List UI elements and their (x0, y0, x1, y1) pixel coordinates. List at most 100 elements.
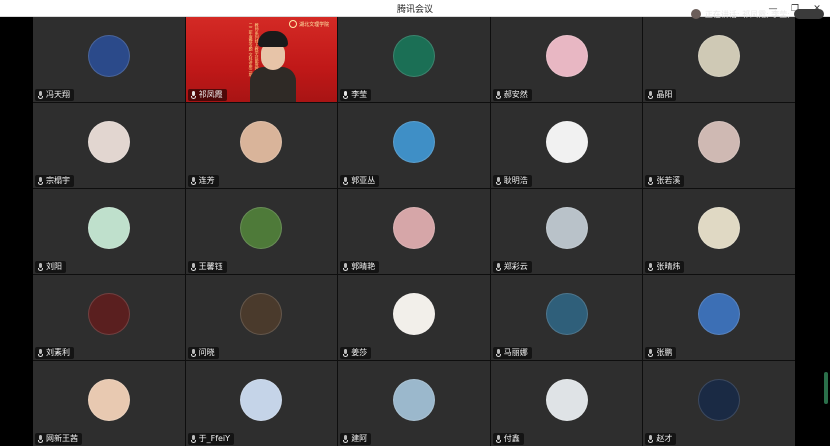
avatar (240, 379, 283, 422)
participant-name: 马丽娜 (503, 348, 528, 357)
avatar (392, 293, 435, 336)
participant-nametag: 马丽娜 (492, 347, 532, 359)
participant-tile[interactable]: 付鑫 (490, 361, 643, 446)
mic-muted-icon (648, 435, 654, 443)
participant-nametag: 问晓 (187, 347, 219, 359)
mic-muted-icon (495, 349, 501, 357)
participant-name: 网新王茜 (46, 434, 78, 443)
participant-tile[interactable]: 张若溪 (643, 103, 795, 188)
mic-muted-icon (495, 177, 501, 185)
avatar (545, 207, 588, 250)
mic-muted-icon (343, 263, 349, 271)
avatar (392, 121, 435, 164)
participant-nametag: 祁凤霞 (187, 89, 227, 101)
participant-nametag: 网新王茜 (35, 433, 82, 445)
participant-tile[interactable]: 姜莎 (338, 275, 490, 360)
participant-tile[interactable]: 李莹 (338, 17, 490, 102)
mic-muted-icon (648, 263, 654, 271)
participant-tile[interactable]: 张晴炜 (643, 189, 795, 274)
participant-name: 郭晴艳 (351, 262, 376, 271)
avatar (87, 207, 130, 250)
avatar (87, 293, 130, 336)
participant-tile[interactable]: 宗榻宇 (33, 103, 185, 188)
mic-muted-icon (190, 435, 196, 443)
participant-nametag: 郭亚丛 (340, 175, 380, 187)
participant-tile[interactable]: 问晓 (185, 275, 338, 360)
participant-tile[interactable]: 郭晴艳 (338, 189, 490, 274)
participant-tile[interactable]: 湖北文理学院 教师系列线上教学技能竞赛 二〇二二年度暨专题 文科讲座二期 祁凤霞 (185, 17, 338, 102)
participant-tile[interactable]: 网新王茜 (33, 361, 185, 446)
participant-nametag: 张若溪 (645, 175, 685, 187)
participant-tile[interactable]: 马丽娜 (490, 275, 643, 360)
participant-nametag: 付鑫 (492, 433, 524, 445)
participant-nametag: 张晴炜 (645, 261, 685, 273)
mic-muted-icon (648, 349, 654, 357)
participant-tile[interactable]: 建阿 (338, 361, 490, 446)
avatar (240, 121, 283, 164)
participant-tile[interactable]: 张鹏 (643, 275, 795, 360)
mic-muted-icon (38, 177, 43, 185)
avatar (240, 207, 283, 250)
mic-muted-icon (495, 263, 501, 271)
avatar (87, 379, 130, 422)
participant-nametag: 郑彩云 (492, 261, 532, 273)
speaker-person (249, 31, 296, 102)
speaking-text: 正在讲话: 祁凤霞; 李莹; (704, 9, 790, 19)
scrollbar-thumb[interactable] (824, 372, 828, 404)
participant-tile[interactable]: 刘阳 (33, 189, 185, 274)
participant-tile[interactable]: 晶阳 (643, 17, 795, 102)
participant-nametag: 王馨钰 (187, 261, 227, 273)
participant-nametag: 宗榻宇 (35, 175, 74, 187)
participant-tile[interactable]: 耿明浩 (490, 103, 643, 188)
participant-nametag: 姜莎 (340, 347, 372, 359)
participant-tile[interactable]: 赵才 (643, 361, 795, 446)
participant-name: 李莹 (351, 90, 368, 99)
avatar (545, 121, 588, 164)
avatar (392, 207, 435, 250)
mic-muted-icon (190, 349, 196, 357)
participant-tile[interactable]: 刘素利 (33, 275, 185, 360)
participant-name: 郝安然 (503, 90, 528, 99)
avatar (87, 35, 130, 78)
participant-tile[interactable]: 连芳 (185, 103, 338, 188)
participant-nametag: 连芳 (187, 175, 219, 187)
participant-name: 于_FfeiY (198, 434, 231, 443)
mic-muted-icon (38, 263, 43, 271)
mic-muted-icon (648, 177, 654, 185)
participant-name: 刘素利 (46, 348, 70, 357)
mic-icon (190, 91, 196, 99)
participant-name: 耿明浩 (503, 176, 528, 185)
participant-nametag: 郭晴艳 (340, 261, 380, 273)
participant-tile[interactable]: 郭亚丛 (338, 103, 490, 188)
avatar (698, 207, 741, 250)
participant-tile[interactable]: 冯天翔 (33, 17, 185, 102)
avatar (698, 121, 741, 164)
mic-muted-icon (38, 349, 43, 357)
speaking-indicator: 正在讲话: 祁凤霞; 李莹; (690, 7, 824, 21)
avatar (698, 293, 741, 336)
avatar (392, 35, 435, 78)
participant-name: 祁凤霞 (198, 90, 223, 99)
mic-icon (343, 91, 349, 99)
participant-nametag: 刘阳 (35, 261, 66, 273)
participant-name: 张若溪 (656, 176, 681, 185)
participant-nametag: 李莹 (340, 89, 372, 101)
participant-name: 连芳 (198, 176, 215, 185)
mic-muted-icon (343, 435, 349, 443)
avatar (240, 293, 283, 336)
speaker-status-pill (794, 9, 824, 19)
logo-text: 湖北文理学院 (299, 21, 330, 28)
participant-tile[interactable]: 郑彩云 (490, 189, 643, 274)
participant-name: 付鑫 (503, 434, 520, 443)
participant-nametag: 建阿 (340, 433, 372, 445)
participant-nametag: 刘素利 (35, 347, 74, 359)
participant-name: 张晴炜 (656, 262, 681, 271)
participant-tile[interactable]: 王馨钰 (185, 189, 338, 274)
participant-grid: 冯天翔 湖北文理学院 教师系列线上教学技能竞赛 二〇二二年度暨专题 文科讲座二期 祁凤… (33, 17, 795, 446)
participant-name: 姜莎 (351, 348, 368, 357)
participant-tile[interactable]: 郝安然 (490, 17, 643, 102)
mic-muted-icon (343, 349, 349, 357)
participant-tile[interactable]: 于_FfeiY (185, 361, 338, 446)
speaker-avatar-icon (690, 9, 701, 19)
mic-muted-icon (648, 91, 654, 99)
